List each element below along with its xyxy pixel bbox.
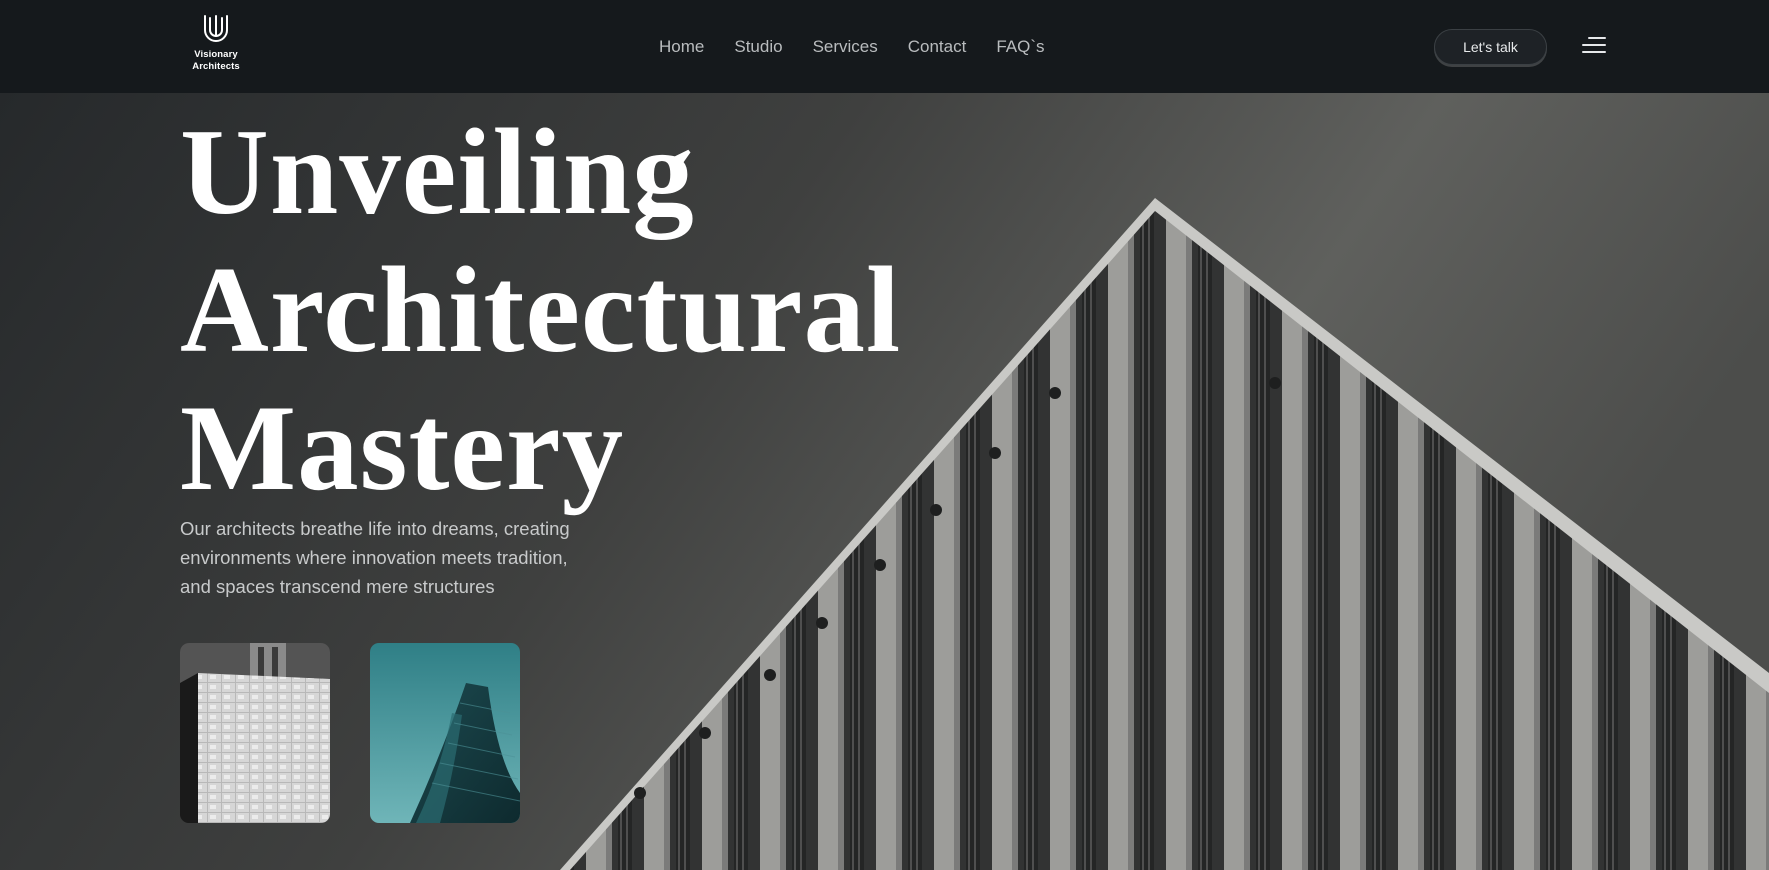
brand-logo[interactable]: Visionary Architects bbox=[186, 14, 246, 80]
nav-link-services[interactable]: Services bbox=[813, 37, 878, 57]
nav-link-studio[interactable]: Studio bbox=[734, 37, 782, 57]
lets-talk-button[interactable]: Let's talk bbox=[1434, 29, 1547, 65]
teal-glass-tower-image bbox=[370, 643, 520, 823]
nav-link-home[interactable]: Home bbox=[659, 37, 704, 57]
headline-line-2: Architectural bbox=[180, 241, 902, 378]
hamburger-menu-icon[interactable] bbox=[1578, 35, 1606, 57]
headline-line-1: Unveiling bbox=[180, 103, 695, 240]
intro-line-2: environments where innovation meets trad… bbox=[180, 547, 568, 568]
thumbnail-grayscale-facade[interactable] bbox=[180, 643, 330, 823]
brand-name-line1: Visionary bbox=[194, 49, 238, 60]
hero-intro-text: Our architects breathe life into dreams,… bbox=[180, 514, 600, 601]
intro-line-1: Our architects breathe life into dreams,… bbox=[180, 518, 570, 539]
thumbnail-teal-tower[interactable] bbox=[370, 643, 520, 823]
nav-link-faqs[interactable]: FAQ`s bbox=[996, 37, 1044, 57]
hero-section: Unveiling Architectural Mastery Our arch… bbox=[0, 93, 1769, 870]
headline-line-3: Mastery bbox=[180, 379, 625, 516]
hero-headline: Unveiling Architectural Mastery bbox=[180, 103, 960, 517]
site-header: Visionary Architects Home Studio Service… bbox=[0, 0, 1769, 93]
landing-page: Visionary Architects Home Studio Service… bbox=[0, 0, 1769, 870]
monogram-u-logo-icon bbox=[204, 15, 228, 42]
nav-link-contact[interactable]: Contact bbox=[908, 37, 967, 57]
brand-name-line2: Architects bbox=[192, 61, 240, 72]
intro-line-3: and spaces transcend mere structures bbox=[180, 576, 495, 597]
grayscale-building-facade-image bbox=[180, 643, 330, 823]
main-nav: Home Studio Services Contact FAQ`s bbox=[659, 35, 1075, 59]
